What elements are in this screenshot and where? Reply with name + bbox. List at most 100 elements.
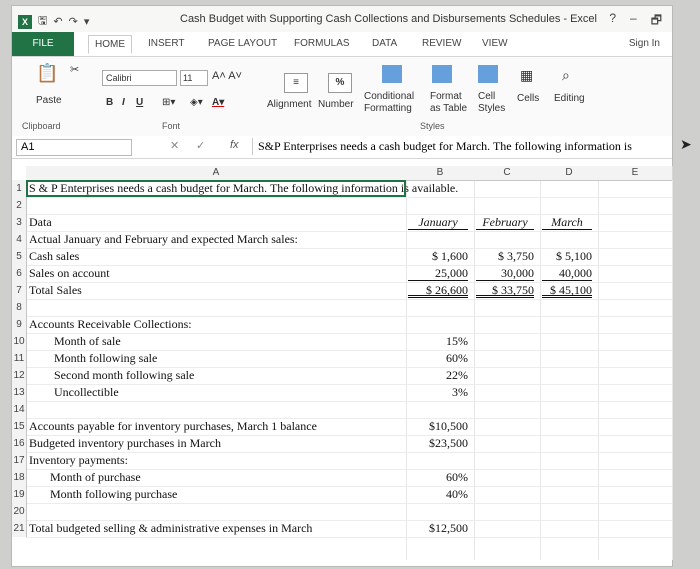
row-header[interactable]: 7: [12, 282, 27, 299]
row-header[interactable]: 6: [12, 265, 27, 282]
row-header[interactable]: 8: [12, 299, 27, 316]
cell-b11[interactable]: 60%: [408, 350, 468, 367]
cell-a7[interactable]: Total Sales: [29, 282, 82, 299]
tab-view[interactable]: VIEW: [482, 38, 508, 49]
cancel-icon[interactable]: ✕: [170, 139, 179, 152]
row-header[interactable]: 13: [12, 384, 27, 401]
cell-a6[interactable]: Sales on account: [29, 265, 110, 282]
fill-color-icon[interactable]: ◈▾: [190, 97, 203, 108]
cell-b10[interactable]: 15%: [408, 333, 468, 350]
cell-c5[interactable]: $ 3,750: [476, 248, 534, 265]
cell-b12[interactable]: 22%: [408, 367, 468, 384]
help-button[interactable]: ?: [609, 11, 616, 32]
cell-a16[interactable]: Budgeted inventory purchases in March: [29, 435, 221, 452]
cell-a3[interactable]: Data: [29, 214, 52, 231]
column-header[interactable]: A: [26, 166, 407, 181]
cell-b16[interactable]: $23,500: [408, 435, 468, 452]
cell-a12[interactable]: Second month following sale: [54, 367, 194, 384]
cell-a5[interactable]: Cash sales: [29, 248, 79, 265]
underline-button[interactable]: U: [136, 97, 143, 108]
format-as-table-button[interactable]: Format as Table: [430, 91, 474, 115]
row-header[interactable]: 10: [12, 333, 27, 350]
tab-page-layout[interactable]: PAGE LAYOUT: [208, 38, 277, 49]
cut-icon[interactable]: ✂: [70, 63, 79, 76]
tab-formulas[interactable]: FORMULAS: [294, 38, 350, 49]
customize-qat-icon[interactable]: ▾: [84, 15, 90, 28]
cell-b21[interactable]: $12,500: [408, 520, 468, 537]
column-header[interactable]: C: [474, 166, 541, 181]
cells-button[interactable]: Cells: [517, 93, 539, 104]
name-box[interactable]: A1: [16, 139, 132, 156]
row-header[interactable]: 1: [12, 180, 27, 197]
enter-icon[interactable]: ✓: [196, 139, 205, 152]
cell-b6[interactable]: 25,000: [408, 265, 468, 281]
tab-home[interactable]: HOME: [88, 35, 132, 54]
cell-d3[interactable]: March: [542, 214, 592, 230]
formula-input[interactable]: S&P Enterprises needs a cash budget for …: [252, 138, 674, 155]
alignment-icon[interactable]: ≡: [284, 73, 308, 93]
font-size-select[interactable]: 11: [180, 70, 208, 86]
cell-a11[interactable]: Month following sale: [54, 350, 157, 367]
cell-b18[interactable]: 60%: [408, 469, 468, 486]
row-header[interactable]: 11: [12, 350, 27, 367]
number-button[interactable]: Number: [318, 99, 354, 110]
row-header[interactable]: 4: [12, 231, 27, 248]
font-color-icon[interactable]: A▾: [212, 97, 224, 108]
spreadsheet-grid[interactable]: ABCDE1S & P Enterprises needs a cash bud…: [12, 166, 673, 566]
paste-icon[interactable]: 📋: [36, 63, 58, 84]
row-header[interactable]: 17: [12, 452, 27, 469]
cell-a21[interactable]: Total budgeted selling & administrative …: [29, 520, 312, 537]
minimize-button[interactable]: –: [630, 11, 637, 32]
cell-d7[interactable]: $ 45,100: [542, 282, 592, 298]
row-header[interactable]: 12: [12, 367, 27, 384]
cell-c3[interactable]: February: [476, 214, 534, 230]
row-header[interactable]: 18: [12, 469, 27, 486]
cell-a4[interactable]: Actual January and February and expected…: [29, 231, 298, 248]
cell-b7[interactable]: $ 26,600: [408, 282, 468, 298]
restore-button[interactable]: 🗗: [651, 11, 662, 32]
cell-b3[interactable]: January: [408, 214, 468, 230]
row-header[interactable]: 21: [12, 520, 27, 537]
cell-b13[interactable]: 3%: [408, 384, 468, 401]
cells-icon[interactable]: ▦: [520, 67, 533, 84]
row-header[interactable]: 19: [12, 486, 27, 503]
save-icon[interactable]: 🖫: [38, 12, 47, 31]
undo-icon[interactable]: ↶: [53, 15, 62, 28]
row-header[interactable]: 9: [12, 316, 27, 333]
cell-d5[interactable]: $ 5,100: [542, 248, 592, 265]
row-header[interactable]: 3: [12, 214, 27, 231]
borders-icon[interactable]: ⊞▾: [162, 97, 175, 108]
row-header[interactable]: 20: [12, 503, 27, 520]
row-header[interactable]: 15: [12, 418, 27, 435]
cell-a13[interactable]: Uncollectible: [54, 384, 119, 401]
cell-b5[interactable]: $ 1,600: [408, 248, 468, 265]
cell-a17[interactable]: Inventory payments:: [29, 452, 128, 469]
cell-a15[interactable]: Accounts payable for inventory purchases…: [29, 418, 317, 435]
tab-insert[interactable]: INSERT: [148, 38, 185, 49]
font-name-select[interactable]: Calibri: [102, 70, 177, 86]
paste-button[interactable]: Paste: [36, 95, 62, 106]
italic-button[interactable]: I: [122, 97, 125, 108]
row-header[interactable]: 5: [12, 248, 27, 265]
column-header[interactable]: D: [540, 166, 599, 181]
row-header[interactable]: 14: [12, 401, 27, 418]
alignment-button[interactable]: Alignment: [267, 99, 311, 110]
conditional-formatting-icon[interactable]: [382, 65, 402, 83]
cell-a18[interactable]: Month of purchase: [50, 469, 141, 486]
tab-review[interactable]: REVIEW: [422, 38, 461, 49]
column-header[interactable]: E: [598, 166, 673, 181]
cell-styles-button[interactable]: Cell Styles: [478, 91, 508, 115]
format-as-table-icon[interactable]: [432, 65, 452, 83]
grow-font-icon[interactable]: A˄ A˅: [212, 70, 242, 82]
percent-icon[interactable]: %: [328, 73, 352, 93]
editing-button[interactable]: Editing: [554, 93, 585, 104]
tab-file[interactable]: FILE: [12, 32, 74, 56]
cell-a9[interactable]: Accounts Receivable Collections:: [29, 316, 192, 333]
bold-button[interactable]: B: [106, 97, 113, 108]
row-header[interactable]: 2: [12, 197, 27, 214]
tab-data[interactable]: DATA: [372, 38, 397, 49]
cell-b19[interactable]: 40%: [408, 486, 468, 503]
redo-icon[interactable]: ↷: [69, 15, 78, 28]
cell-styles-icon[interactable]: [478, 65, 498, 83]
sign-in-link[interactable]: Sign In: [629, 38, 660, 49]
